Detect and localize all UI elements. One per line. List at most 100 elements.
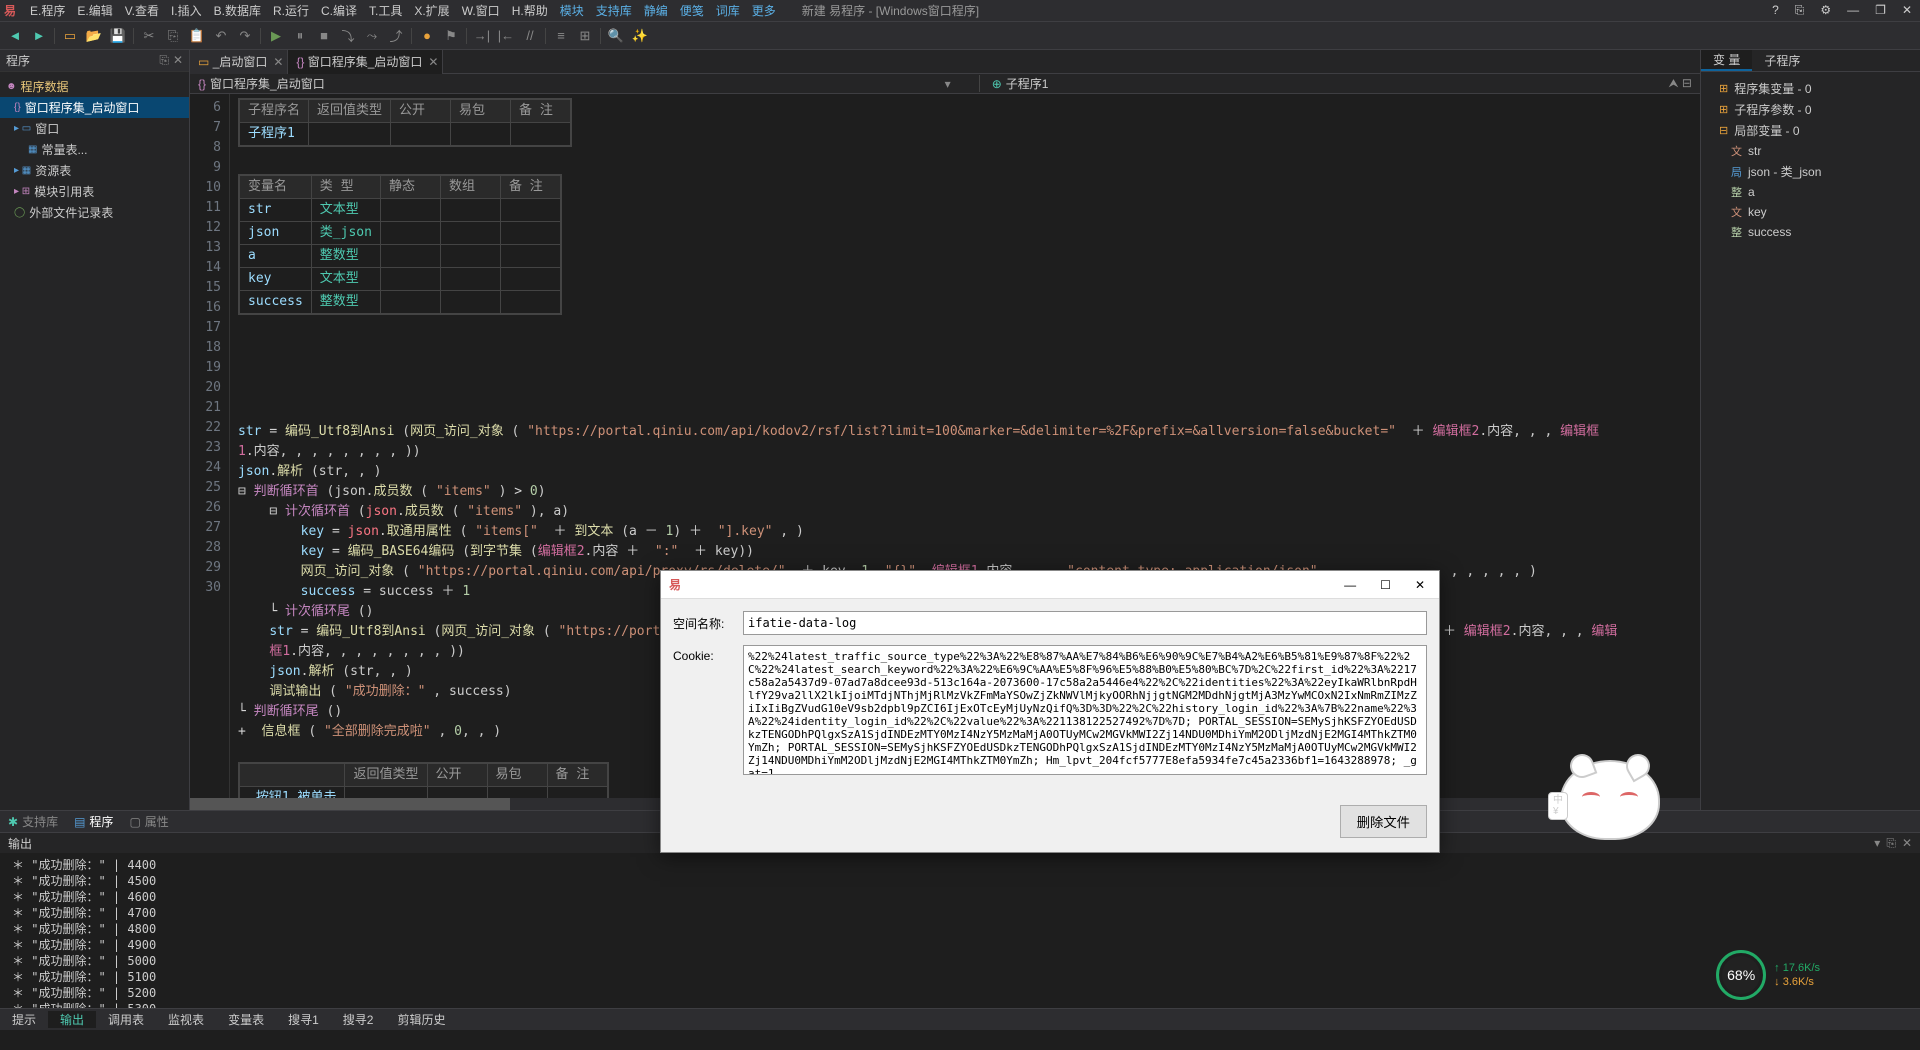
var-a[interactable]: 整a	[1707, 182, 1914, 202]
open-icon[interactable]: 📂	[85, 27, 103, 45]
tree-const[interactable]: ▦常量表...	[0, 139, 189, 160]
dialog-close-icon[interactable]: ✕	[1409, 578, 1431, 592]
search-icon[interactable]: 🔍	[607, 27, 625, 45]
stab-vartable[interactable]: 变量表	[216, 1011, 276, 1028]
btab-support[interactable]: ✱支持库	[8, 813, 58, 830]
stop-icon[interactable]: ■	[315, 27, 333, 45]
menu-help[interactable]: H.帮助	[506, 2, 554, 19]
extra-note[interactable]: 便笺	[674, 2, 710, 19]
menu-edit[interactable]: E.编辑	[71, 2, 118, 19]
outdent-icon[interactable]: |←	[497, 27, 515, 45]
stab-search1[interactable]: 搜寻1	[276, 1011, 331, 1028]
format-icon[interactable]: ⊞	[576, 27, 594, 45]
close-icon[interactable]: ✕	[1898, 3, 1916, 18]
stab-search2[interactable]: 搜寻2	[331, 1011, 386, 1028]
tree-windowset[interactable]: {}窗口程序集_启动窗口	[0, 97, 189, 118]
output-seek-icon[interactable]: ▾	[1874, 836, 1880, 851]
align-icon[interactable]: ≡	[552, 27, 570, 45]
stab-calltable[interactable]: 调用表	[96, 1011, 156, 1028]
output-pin-icon[interactable]: ⎘	[1886, 836, 1896, 851]
dialog-header[interactable]: 易 — ☐ ✕	[661, 571, 1439, 599]
tree-extfile[interactable]: ◯外部文件记录表	[0, 202, 189, 223]
tree-resource[interactable]: ▸ ▦资源表	[0, 160, 189, 181]
delete-file-button[interactable]: 删除文件	[1340, 805, 1427, 838]
breadcrumb-right[interactable]: ⊕子程序1	[979, 75, 1049, 92]
extra-more[interactable]: 更多	[746, 2, 782, 19]
breakpoint-icon[interactable]: ●	[418, 27, 436, 45]
extra-support[interactable]: 支持库	[590, 2, 638, 19]
dialog-minimize-icon[interactable]: —	[1338, 578, 1362, 592]
new-icon[interactable]: ▭	[61, 27, 79, 45]
settings-icon[interactable]: ⚙	[1816, 3, 1835, 18]
extra-dict[interactable]: 词库	[710, 2, 746, 19]
run-icon[interactable]: ▶	[267, 27, 285, 45]
minimize-icon[interactable]: —	[1843, 3, 1863, 18]
tab-windowset[interactable]: {} 窗口程序集_启动窗口✕	[288, 50, 443, 74]
back-icon[interactable]: ◄	[6, 27, 24, 45]
menu-program[interactable]: E.程序	[24, 2, 71, 19]
tree-module[interactable]: ▸ ⊞模块引用表	[0, 181, 189, 202]
extra-static[interactable]: 静编	[638, 2, 674, 19]
dropdown-icon[interactable]: ▾	[945, 77, 951, 91]
menu-tools[interactable]: T.工具	[363, 2, 408, 19]
collapse-icon[interactable]: ⮝ ⊟	[1668, 76, 1692, 91]
var-str[interactable]: 文str	[1707, 141, 1914, 161]
tree-root[interactable]: ☻程序数据	[0, 76, 189, 97]
rtab-subroutine[interactable]: 子程序	[1752, 50, 1812, 71]
var-group-params[interactable]: ⊞子程序参数 - 0	[1707, 99, 1914, 120]
var-success[interactable]: 整success	[1707, 222, 1914, 242]
save-icon[interactable]: 💾	[109, 27, 127, 45]
btab-program[interactable]: ▤程序	[74, 813, 113, 830]
output-close-icon[interactable]: ✕	[1902, 836, 1912, 851]
comment-icon[interactable]: //	[521, 27, 539, 45]
help-icon[interactable]: ?	[1768, 3, 1783, 18]
input-cookie[interactable]	[743, 645, 1427, 775]
redo-icon[interactable]: ↷	[236, 27, 254, 45]
tab-close-icon[interactable]: ✕	[428, 55, 438, 69]
tree-window[interactable]: ▸ ▭窗口	[0, 118, 189, 139]
stab-tip[interactable]: 提示	[0, 1011, 48, 1028]
extra-module[interactable]: 模块	[554, 2, 590, 19]
input-space-name[interactable]	[743, 611, 1427, 635]
stepout-icon[interactable]: ⤴	[387, 27, 405, 45]
cut-icon[interactable]: ✂	[140, 27, 158, 45]
pin-icon[interactable]: ⎘	[1791, 3, 1809, 18]
mascot-widget[interactable]: 中¥	[1560, 760, 1670, 850]
output-body[interactable]: ＊ "成功删除：" | 4400＊ "成功删除：" | 4500＊ "成功删除：…	[0, 853, 1920, 1008]
var-json[interactable]: 局json - 类_json	[1707, 161, 1914, 182]
breadcrumb-left[interactable]: {}窗口程序集_启动窗口	[198, 75, 325, 92]
indent-icon[interactable]: →|	[473, 27, 491, 45]
stab-watch[interactable]: 监视表	[156, 1011, 216, 1028]
tab-close-icon[interactable]: ✕	[273, 55, 283, 69]
pause-icon[interactable]: ⏸	[291, 27, 309, 45]
network-gauge[interactable]: 68% ↑ 17.6K/s ↓ 3.6K/s	[1716, 950, 1820, 1000]
var-group-local[interactable]: ⊟局部变量 - 0	[1707, 120, 1914, 141]
tab-startup-window[interactable]: ▭ _启动窗口✕	[190, 50, 288, 74]
wand-icon[interactable]: ✨	[631, 27, 649, 45]
var-group-assembly[interactable]: ⊞程序集变量 - 0	[1707, 78, 1914, 99]
step-icon[interactable]: ⤵	[339, 27, 357, 45]
menu-view[interactable]: V.查看	[119, 2, 165, 19]
copy-icon[interactable]: ⎘	[164, 27, 182, 45]
menu-insert[interactable]: I.插入	[165, 2, 208, 19]
menu-run[interactable]: R.运行	[267, 2, 315, 19]
stepover-icon[interactable]: ⤳	[363, 27, 381, 45]
breadcrumb-bar: {}窗口程序集_启动窗口 ▾ ⊕子程序1 ⮝ ⊟	[190, 74, 1700, 94]
bookmark-icon[interactable]: ⚑	[442, 27, 460, 45]
stab-cliphistory[interactable]: 剪辑历史	[385, 1011, 457, 1028]
menu-window[interactable]: W.窗口	[456, 2, 506, 19]
dialog-maximize-icon[interactable]: ☐	[1374, 578, 1397, 592]
maximize-icon[interactable]: ❐	[1871, 3, 1890, 18]
stab-output[interactable]: 输出	[48, 1011, 96, 1028]
menu-compile[interactable]: C.编译	[315, 2, 363, 19]
menu-database[interactable]: B.数据库	[208, 2, 267, 19]
rtab-variables[interactable]: 变 量	[1701, 50, 1752, 71]
sidebar-pin-icon[interactable]: ⎘	[159, 53, 169, 68]
var-key[interactable]: 文key	[1707, 202, 1914, 222]
btab-property[interactable]: ▢属性	[129, 813, 168, 830]
undo-icon[interactable]: ↶	[212, 27, 230, 45]
sidebar-close-icon[interactable]: ✕	[173, 53, 183, 68]
menu-extend[interactable]: X.扩展	[408, 2, 455, 19]
paste-icon[interactable]: 📋	[188, 27, 206, 45]
forward-icon[interactable]: ►	[30, 27, 48, 45]
